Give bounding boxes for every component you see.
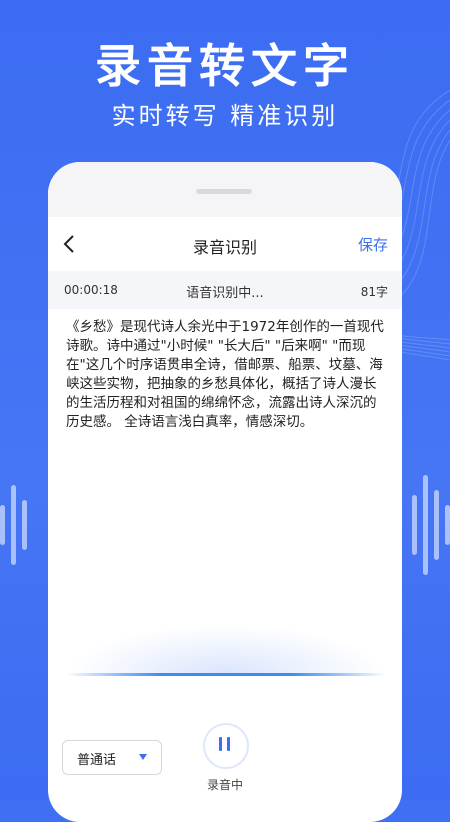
transcript-text[interactable]: 《乡愁》是现代诗人余光中于1972年创作的一首现代诗歌。诗中通过"小时候" "长… [66,318,386,432]
phone-notch [196,189,252,194]
language-select[interactable]: 普通话 [62,740,162,775]
record-status-label: 录音中 [206,778,243,792]
record-pause-button[interactable] [203,723,249,769]
character-count: 81字 [360,285,388,299]
audio-waveform [66,624,386,676]
language-select-value: 普通话 [77,753,117,768]
promo-headline: 录音转文字 [95,39,355,93]
pause-icon [219,737,222,751]
recording-status-bar: 00:00:18 语音识别中... 81字 [48,271,402,309]
navigation-bar: 录音识别 保存 [48,217,402,271]
promo-subline: 实时转写 精准识别 [111,102,339,130]
pause-icon [227,737,230,751]
recognition-state: 语音识别中... [186,286,264,301]
decorative-sound-bars-left [0,470,27,580]
page-title: 录音识别 [192,238,257,257]
decorative-sound-bars-right [412,470,450,580]
save-button[interactable]: 保存 [358,234,388,255]
phone-frame: 录音识别 保存 00:00:18 语音识别中... 81字 《乡愁》是现代诗人余… [48,162,402,822]
caret-down-icon [139,754,147,760]
